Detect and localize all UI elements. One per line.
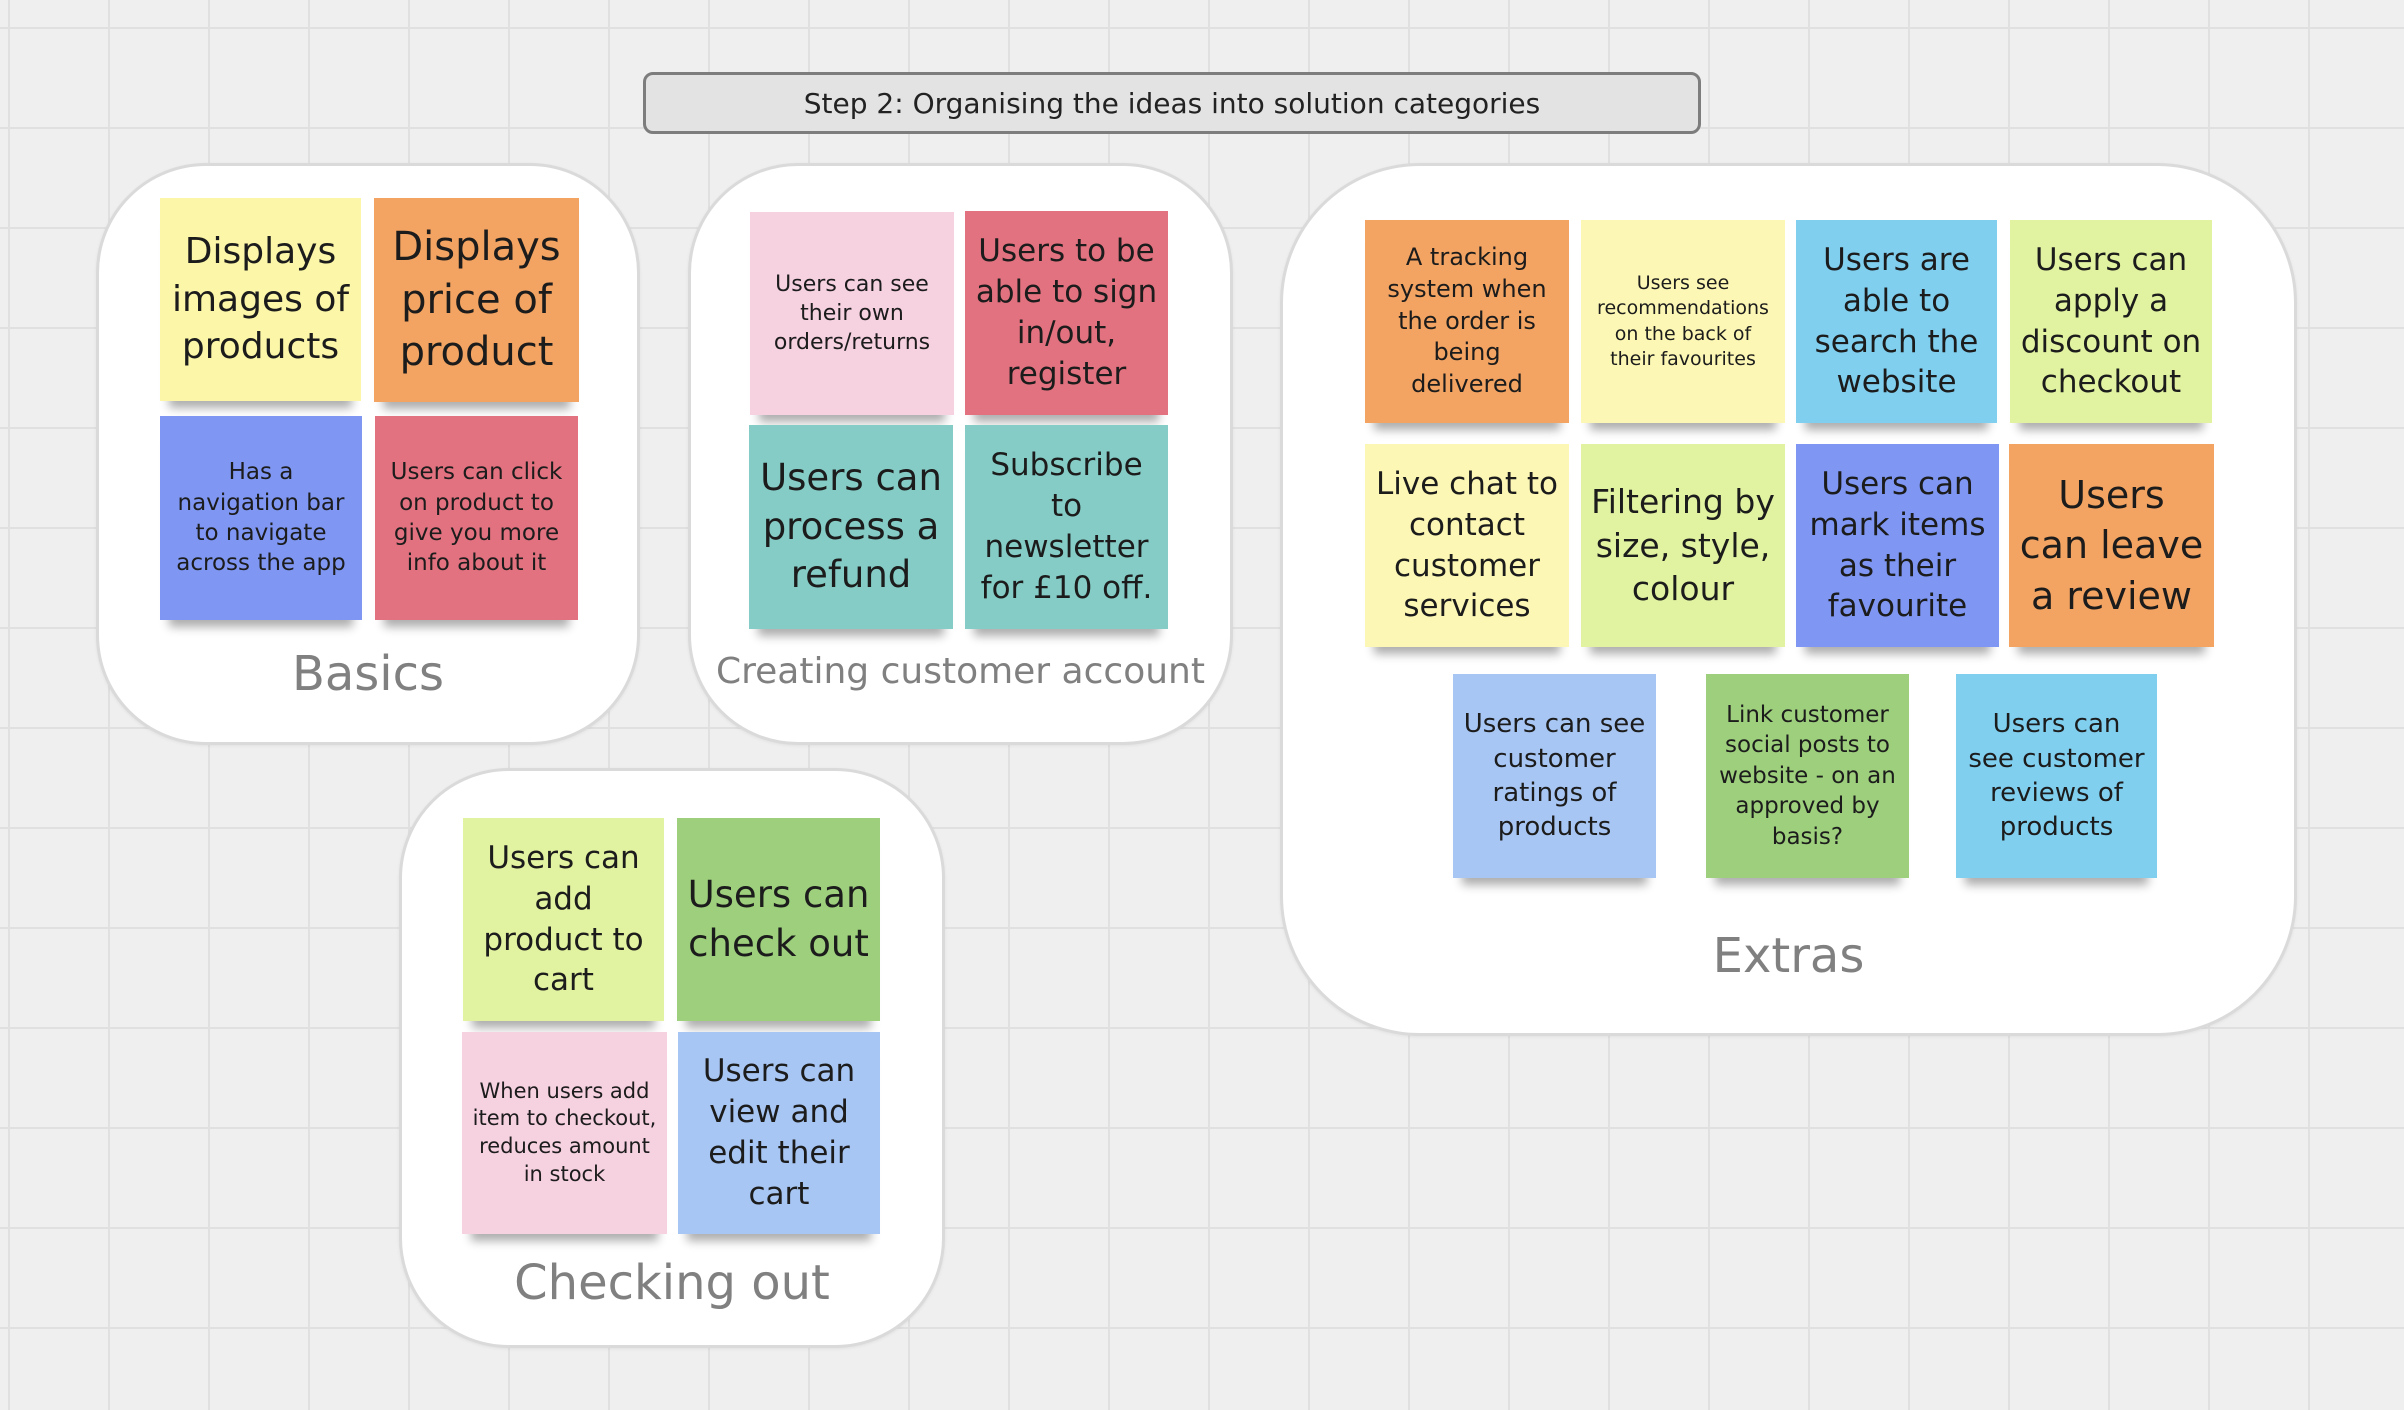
sticky-note[interactable]: Users can click on product to give you m…	[375, 416, 578, 620]
sticky-note[interactable]: Users can apply a discount on checkout	[2010, 220, 2212, 423]
account-label: Creating customer account	[716, 651, 1205, 692]
sticky-note[interactable]: When users add item to checkout, reduces…	[462, 1032, 667, 1234]
sticky-note[interactable]: Has a navigation bar to navigate across …	[160, 416, 362, 620]
sticky-note[interactable]: Users can see their own orders/returns	[750, 212, 954, 415]
sticky-note[interactable]: Subscribe to newsletter for £10 off.	[965, 425, 1168, 629]
sticky-note[interactable]: Filtering by size, style, colour	[1581, 444, 1785, 647]
sticky-note[interactable]: Users see recommendations on the back of…	[1581, 220, 1785, 423]
sticky-note[interactable]: Displays price of product	[374, 198, 579, 402]
checkout-label: Checking out	[514, 1255, 830, 1311]
sticky-note[interactable]: Users are able to search the website	[1796, 220, 1997, 423]
sticky-note[interactable]: Users to be able to sign in/out, registe…	[965, 211, 1168, 415]
sticky-note[interactable]: Users can mark items as their favourite	[1796, 444, 1999, 647]
sticky-note[interactable]: Users can see customer reviews of produc…	[1956, 674, 2157, 878]
basics-label: Basics	[291, 646, 445, 702]
extras-label: Extras	[1712, 928, 1865, 984]
sticky-note[interactable]: Live chat to contact customer services	[1365, 444, 1569, 647]
step-title[interactable]: Step 2: Organising the ideas into soluti…	[643, 72, 1701, 134]
sticky-note[interactable]: Users can check out	[677, 818, 880, 1021]
sticky-note[interactable]: Displays images of products	[160, 198, 361, 401]
sticky-note[interactable]: Users can process a refund	[749, 425, 953, 629]
sticky-note[interactable]: Users can leave a review	[2009, 444, 2214, 647]
sticky-note[interactable]: Users can see customer ratings of produc…	[1453, 674, 1656, 878]
sticky-note[interactable]: A tracking system when the order is bein…	[1365, 220, 1569, 423]
sticky-note[interactable]: Users can add product to cart	[463, 818, 664, 1021]
sticky-note[interactable]: Link customer social posts to website - …	[1706, 674, 1909, 878]
sticky-note[interactable]: Users can view and edit their cart	[678, 1032, 880, 1234]
